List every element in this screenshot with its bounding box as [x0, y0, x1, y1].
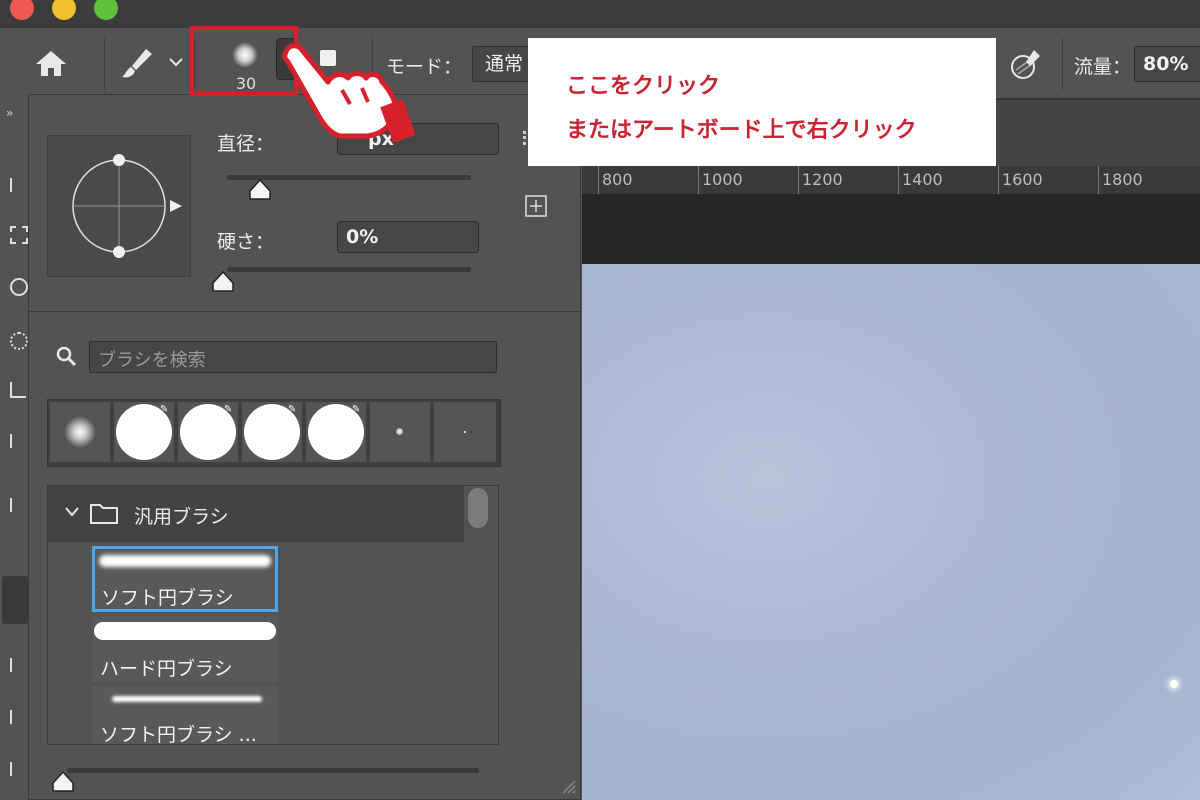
pointing-hand-icon: [278, 38, 418, 146]
eraser-badge-icon: ✎: [160, 404, 169, 415]
home-button[interactable]: [34, 48, 68, 82]
divider: [29, 311, 580, 312]
soft-brush-tip-icon: [64, 416, 96, 448]
eraser-badge-icon: ✎: [288, 404, 297, 415]
pasteboard: [582, 194, 1200, 264]
tiny-brush-tip-icon: [464, 431, 466, 433]
recent-brush-soft[interactable]: [50, 402, 110, 462]
brush-item-label: ソフト円ブラシ ...: [100, 724, 257, 745]
ruler-label: 1000: [702, 170, 743, 189]
chevron-down-icon[interactable]: [64, 504, 80, 523]
brush-item-label: ハード円ブラシ: [100, 658, 233, 680]
brush-dot: [1170, 680, 1178, 688]
recent-brush-hard-1[interactable]: ✎: [114, 402, 174, 462]
pressure-opacity-button[interactable]: [1008, 46, 1044, 86]
recent-brush-hard-3[interactable]: ✎: [242, 402, 302, 462]
brush-item-label: ソフト円ブラシ: [101, 587, 234, 609]
flow-input[interactable]: 80%: [1134, 46, 1200, 82]
chevron-down-icon[interactable]: [168, 54, 184, 73]
hardness-slider-track[interactable]: [227, 267, 471, 272]
pen-pressure-icon: [1011, 50, 1040, 79]
ruler-tick: [998, 166, 999, 194]
recent-brush-hard-4[interactable]: ✎: [306, 402, 366, 462]
eraser-badge-icon: ✎: [224, 404, 233, 415]
brush-list: 汎用ブラシ ソフト円ブラシ ハード円ブラシ ソフト円ブラシ ...: [47, 485, 499, 745]
thumbnail-size-slider-thumb[interactable]: [51, 770, 75, 797]
expand-panel-icon[interactable]: »: [6, 106, 13, 120]
brush-item-selected[interactable]: ソフト円ブラシ: [92, 546, 278, 612]
ruler-tick: [698, 166, 699, 194]
eyedropper-tool-icon[interactable]: [10, 498, 26, 512]
ruler-label: 1200: [802, 170, 843, 189]
diameter-label: 直径：: [217, 133, 275, 155]
recent-brushes-row: ✎ ✎ ✎ ✎: [47, 399, 501, 467]
ruler-tick: [598, 166, 599, 194]
stamp-tool-icon[interactable]: [10, 658, 26, 672]
recent-brush-hard-2[interactable]: ✎: [178, 402, 238, 462]
brush-preset-panel: 直径： px 硬さ： 0% ブラシを検索 ✎ ✎ ✎ ✎ 汎用ブラシ ソフト円ブ…: [28, 94, 581, 800]
eraser-badge-icon: ✎: [352, 404, 361, 415]
brush-tip-shape-icon: [72, 154, 182, 258]
close-window-button[interactable]: [10, 0, 34, 20]
callout-line-1: ここをクリック: [566, 74, 721, 99]
crop-tool-icon[interactable]: [10, 382, 26, 398]
lasso-tool-icon[interactable]: [10, 278, 28, 296]
small-brush-tip-icon: [396, 428, 403, 435]
marquee-tool-icon[interactable]: [10, 226, 28, 244]
horizontal-ruler: 800 1000 1200 1400 1600 1800: [582, 166, 1200, 195]
ruler-tick: [1098, 166, 1099, 194]
separator: [104, 38, 105, 90]
diameter-slider-thumb[interactable]: [248, 178, 272, 205]
resize-grip-icon[interactable]: [561, 779, 577, 799]
brush-tool-preset-button[interactable]: [118, 46, 158, 84]
active-brush-tool-icon[interactable]: [2, 576, 28, 624]
separator: [1062, 38, 1063, 90]
eraser-tool-icon[interactable]: [10, 762, 26, 776]
flow-label: 流量：: [1074, 56, 1132, 78]
ruler-label: 1400: [902, 170, 943, 189]
ruler-tick: [798, 166, 799, 194]
hardness-label: 硬さ：: [217, 231, 275, 253]
plus-square-icon: [525, 195, 547, 217]
soft-taper-stroke-preview: [112, 696, 262, 702]
new-brush-preset-button[interactable]: [525, 195, 547, 221]
search-icon: [55, 345, 77, 371]
folder-icon: [90, 502, 118, 528]
brush-angle-widget[interactable]: [47, 135, 191, 277]
minimize-window-button[interactable]: [52, 0, 76, 20]
tools-panel: »: [0, 98, 31, 800]
hardness-input[interactable]: 0%: [337, 221, 479, 253]
window-titlebar: [0, 0, 1200, 29]
hard-stroke-preview: [94, 622, 276, 640]
ruler-label: 800: [602, 170, 633, 189]
folder-row[interactable]: 汎用ブラシ: [48, 486, 464, 542]
recent-brush-small[interactable]: [370, 402, 430, 462]
ruler-label: 1800: [1102, 170, 1143, 189]
thumbnail-size-slider-track[interactable]: [67, 768, 479, 773]
frame-tool-icon[interactable]: [10, 434, 26, 448]
move-tool-icon[interactable]: [10, 178, 26, 192]
hardness-slider-thumb[interactable]: [211, 270, 235, 297]
brush-item[interactable]: ハード円ブラシ: [92, 616, 278, 682]
artboard-canvas[interactable]: [582, 264, 1200, 800]
history-brush-tool-icon[interactable]: [10, 710, 26, 724]
zoom-window-button[interactable]: [94, 0, 118, 20]
ruler-label: 1600: [1002, 170, 1043, 189]
ruler-tick: [898, 166, 899, 194]
search-placeholder: ブラシを検索: [98, 350, 206, 371]
brush-search-input[interactable]: ブラシを検索: [89, 341, 497, 373]
brush-list-scrollbar[interactable]: [468, 488, 488, 528]
quick-select-tool-icon[interactable]: [10, 332, 28, 350]
folder-name: 汎用ブラシ: [134, 506, 229, 528]
callout-line-2: またはアートボード上で右クリック: [566, 118, 917, 143]
home-icon: [36, 51, 66, 76]
brush-item[interactable]: ソフト円ブラシ ...: [92, 686, 278, 745]
instruction-callout: ここをクリック またはアートボード上で右クリック: [528, 38, 996, 166]
recent-brush-tiny[interactable]: [434, 402, 496, 462]
brush-icon: [122, 49, 152, 78]
soft-stroke-preview: [99, 555, 271, 567]
